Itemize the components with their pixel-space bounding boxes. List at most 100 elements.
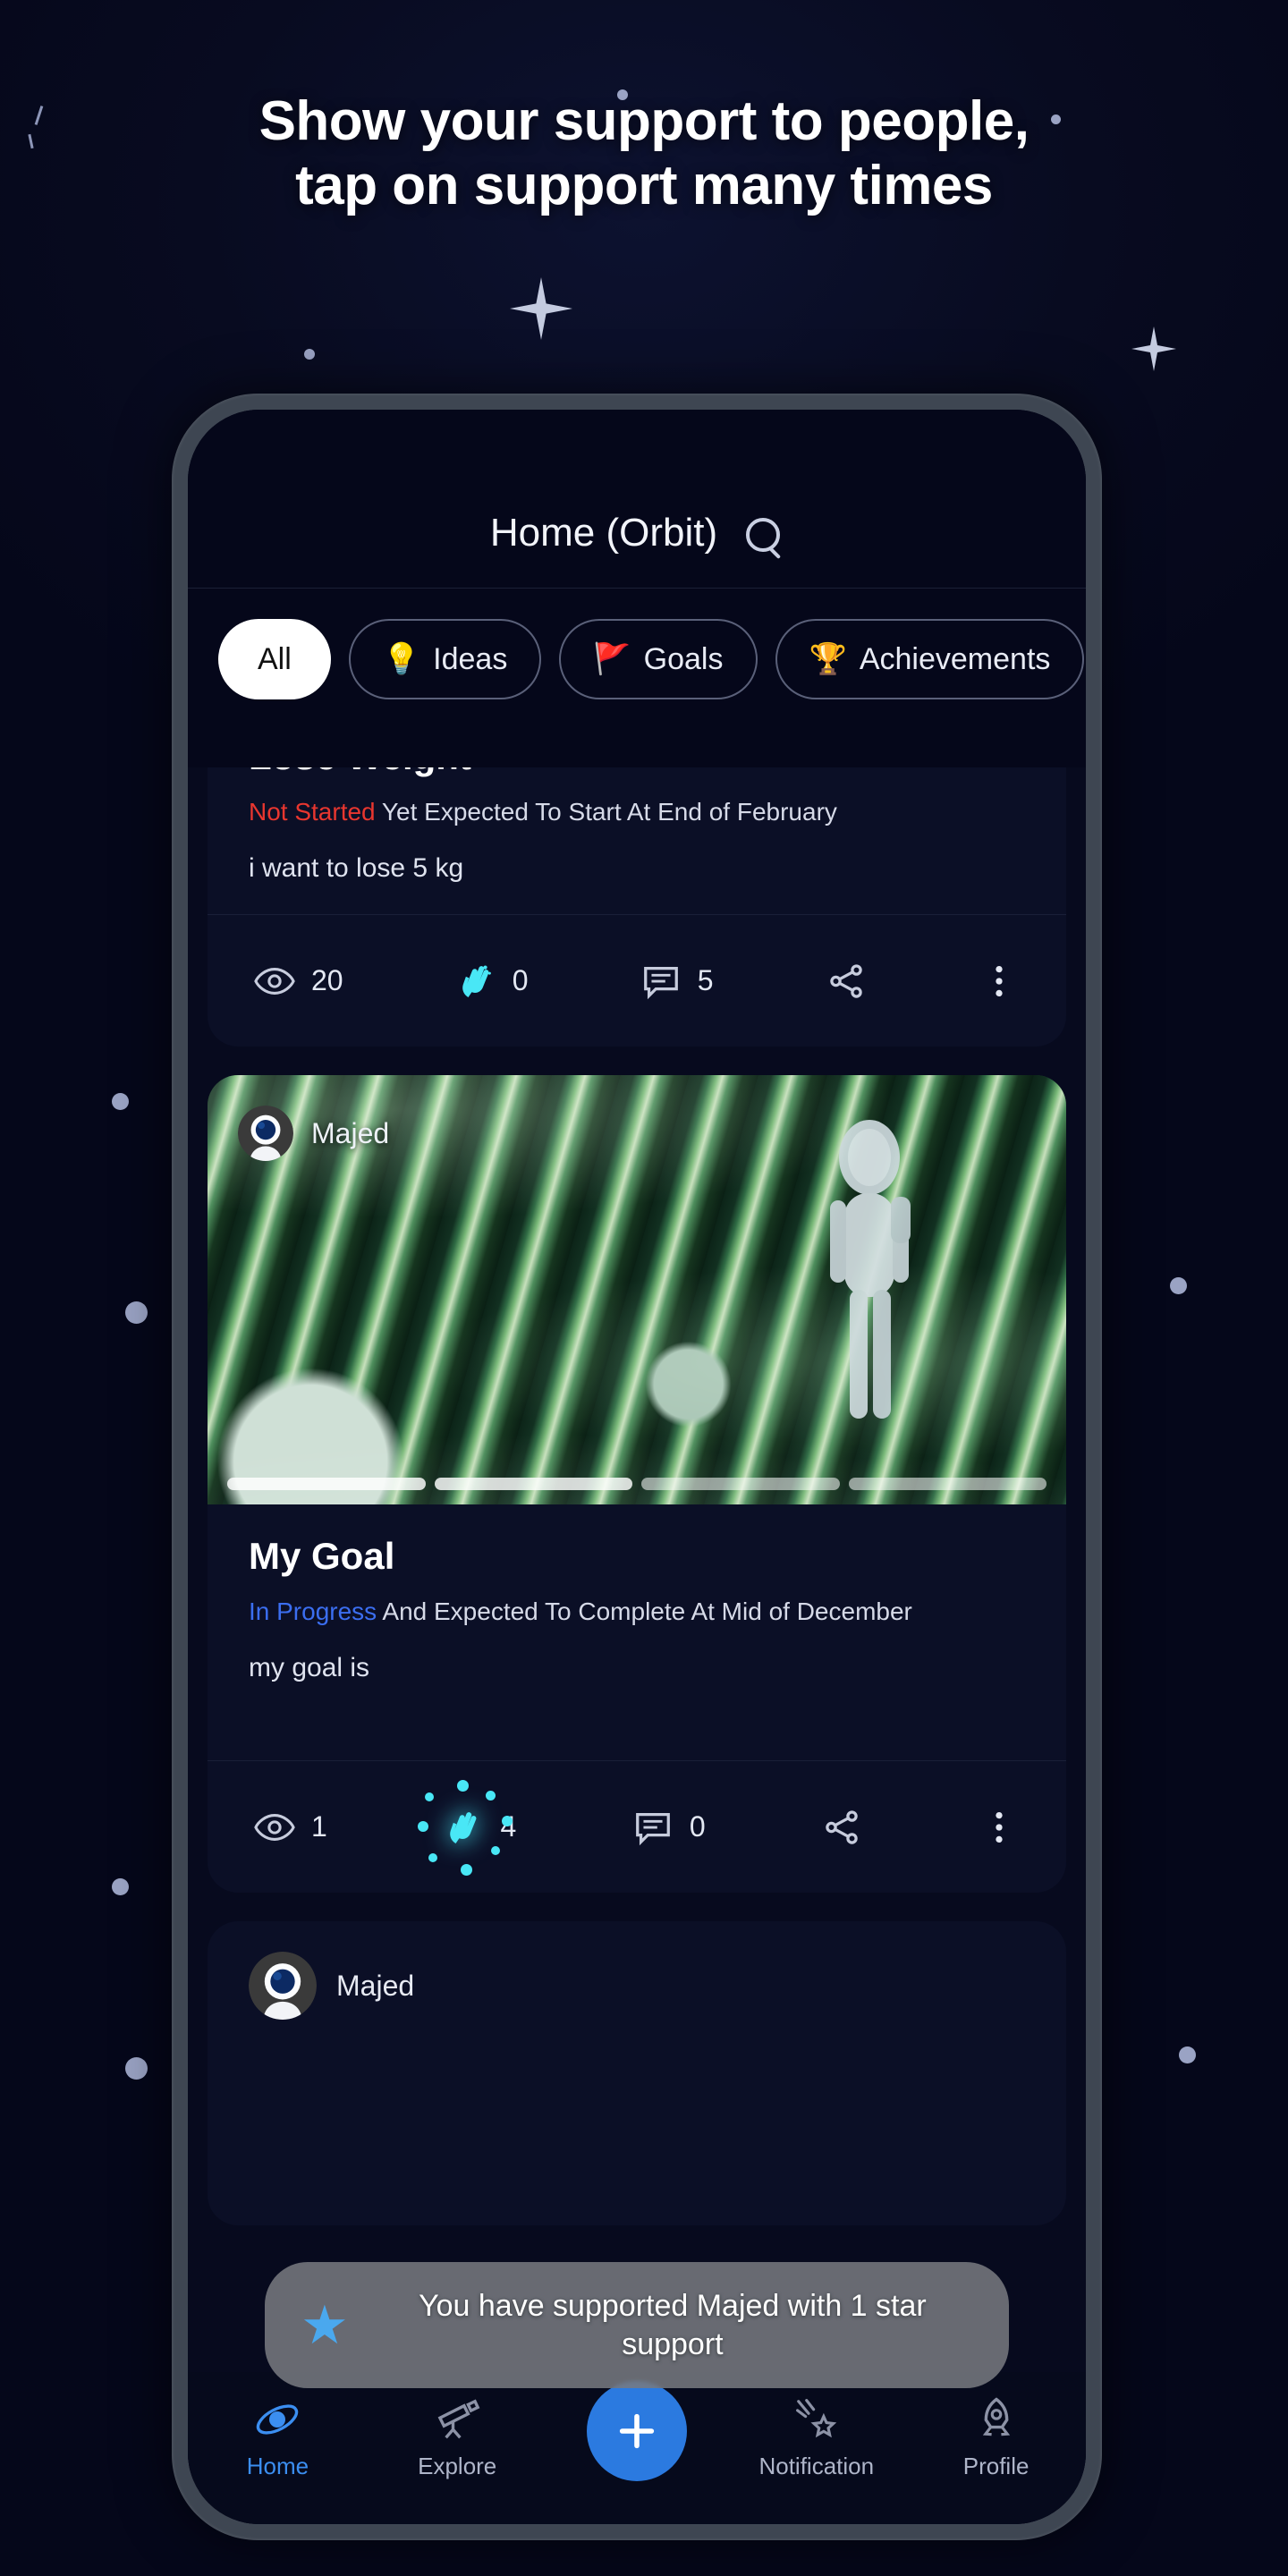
views-action[interactable]: 20 bbox=[254, 961, 343, 1002]
author-name: Majed bbox=[336, 1969, 415, 2002]
card-title: My Goal bbox=[249, 1535, 395, 1577]
card-status: In Progress And Expected To Complete At … bbox=[249, 1597, 1025, 1626]
card-body: Lose Weight Not Started Yet Expected To … bbox=[208, 767, 1066, 914]
clap-count: 0 bbox=[512, 964, 529, 996]
rocket-icon bbox=[982, 2397, 1010, 2436]
card-description: i want to lose 5 kg bbox=[249, 853, 464, 883]
feed-card-my-goal[interactable]: Majed My Goal In Progress And Expected T… bbox=[208, 1075, 1066, 1893]
shooting-star-icon bbox=[795, 2399, 837, 2438]
page-indicator-segment[interactable] bbox=[641, 1478, 840, 1490]
status-badge: Not Started bbox=[249, 798, 376, 826]
card-author[interactable]: Majed bbox=[238, 1106, 389, 1161]
status-detail: Yet Expected To Start At End of February bbox=[375, 798, 837, 826]
bottom-navigation: Home Explore Notification Profile bbox=[188, 2372, 1086, 2524]
comment-count: 0 bbox=[689, 1810, 706, 1843]
chip-ideas[interactable]: 💡 Ideas bbox=[348, 619, 542, 699]
card-action-bar: 1 4 0 bbox=[208, 1760, 1066, 1893]
chip-achievements-label: Achievements bbox=[859, 641, 1051, 676]
telescope-icon bbox=[437, 2399, 480, 2439]
card-author[interactable]: Majed bbox=[208, 1921, 1066, 2050]
star-dot bbox=[112, 1878, 129, 1895]
page-title: Show your support to people, tap on supp… bbox=[0, 89, 1288, 218]
home-orbit-icon bbox=[257, 2404, 299, 2435]
chip-goals[interactable]: 🚩 Goals bbox=[559, 619, 758, 699]
comment-icon bbox=[643, 966, 678, 999]
phone-screen-frame: Home (Orbit) All 💡 Ideas 🚩 Goals 🏆 Achie… bbox=[188, 410, 1086, 2524]
views-count: 20 bbox=[311, 964, 343, 996]
chip-all[interactable]: All bbox=[218, 619, 331, 699]
nav-label-home: Home bbox=[246, 2453, 309, 2479]
more-vertical-icon bbox=[996, 1811, 1003, 1843]
app-bar: Home (Orbit) bbox=[188, 410, 1086, 589]
star-dot bbox=[1179, 2046, 1196, 2063]
nav-item-profile[interactable]: Profile bbox=[906, 2395, 1086, 2480]
trophy-icon: 🏆 bbox=[809, 642, 847, 676]
comment-count: 5 bbox=[697, 964, 714, 996]
nav-item-home[interactable]: Home bbox=[188, 2395, 368, 2480]
comment-action[interactable]: 0 bbox=[632, 1807, 706, 1848]
nav-label-explore: Explore bbox=[418, 2453, 497, 2479]
star-dot bbox=[125, 1301, 148, 1324]
eye-icon bbox=[254, 967, 295, 995]
toast-message: You have supported Majed with 1 star sup… bbox=[419, 2289, 927, 2361]
clap-action[interactable]: 4 bbox=[418, 1779, 517, 1876]
more-vertical-icon bbox=[996, 965, 1003, 996]
nav-item-notification[interactable]: Notification bbox=[726, 2395, 906, 2480]
card-hero-image[interactable]: Majed bbox=[208, 1075, 1066, 1504]
comment-action[interactable]: 5 bbox=[640, 961, 714, 1002]
sparkle-icon bbox=[510, 277, 572, 340]
views-count: 1 bbox=[311, 1810, 327, 1843]
app-screen: Home (Orbit) All 💡 Ideas 🚩 Goals 🏆 Achie… bbox=[188, 410, 1086, 2524]
search-icon[interactable] bbox=[744, 516, 784, 555]
filter-chip-row: All 💡 Ideas 🚩 Goals 🏆 Achievements bbox=[188, 589, 1086, 730]
star-dot bbox=[304, 349, 315, 360]
feed-list[interactable]: Lose Weight Not Started Yet Expected To … bbox=[188, 767, 1086, 2524]
lightbulb-icon: 💡 bbox=[382, 642, 421, 676]
clap-action[interactable]: 0 bbox=[455, 961, 529, 1002]
chip-achievements[interactable]: 🏆 Achievements bbox=[775, 619, 1085, 699]
nav-item-explore[interactable]: Explore bbox=[368, 2395, 547, 2480]
create-post-fab[interactable] bbox=[586, 2381, 687, 2481]
card-body: My Goal In Progress And Expected To Comp… bbox=[208, 1504, 1066, 1760]
card-status: Not Started Yet Expected To Start At End… bbox=[249, 798, 1025, 826]
share-icon bbox=[826, 1809, 859, 1844]
share-icon bbox=[830, 963, 862, 998]
support-toast: ★ You have supported Majed with 1 star s… bbox=[265, 2262, 1009, 2388]
author-name: Majed bbox=[311, 1116, 390, 1149]
eye-icon bbox=[254, 1813, 295, 1841]
page-indicator-segment[interactable] bbox=[434, 1478, 632, 1490]
nav-label-profile: Profile bbox=[962, 2453, 1030, 2479]
card-description: my goal is bbox=[249, 1653, 370, 1682]
star-dot bbox=[125, 2057, 148, 2080]
views-action[interactable]: 1 bbox=[254, 1807, 327, 1848]
feed-card-next[interactable]: Majed bbox=[208, 1921, 1066, 2225]
clap-icon bbox=[450, 1811, 477, 1843]
astronaut-illustration bbox=[830, 1120, 911, 1419]
more-options-action[interactable] bbox=[979, 1807, 1020, 1848]
phone-mockup: Home (Orbit) All 💡 Ideas 🚩 Goals 🏆 Achie… bbox=[172, 394, 1102, 2540]
feed-card-lose-weight[interactable]: Lose Weight Not Started Yet Expected To … bbox=[208, 767, 1066, 1046]
page-indicator-segment[interactable] bbox=[848, 1478, 1046, 1490]
app-bar-title: Home (Orbit) bbox=[489, 511, 718, 555]
add-satellite-icon bbox=[619, 2413, 655, 2449]
media-page-indicator[interactable] bbox=[227, 1478, 1046, 1490]
card-title: Lose Weight bbox=[249, 767, 1025, 778]
star-dot bbox=[112, 1093, 129, 1110]
share-action[interactable] bbox=[821, 1807, 862, 1848]
nav-label-notification: Notification bbox=[758, 2453, 875, 2479]
clap-count: 4 bbox=[500, 1810, 517, 1843]
card-action-bar: 20 0 5 bbox=[208, 914, 1066, 1046]
more-options-action[interactable] bbox=[979, 961, 1020, 1002]
sparkle-icon bbox=[1131, 326, 1176, 371]
chip-ideas-label: Ideas bbox=[433, 641, 508, 676]
chip-goals-label: Goals bbox=[643, 641, 724, 676]
headline-line-1: Show your support to people, bbox=[258, 90, 1030, 152]
headline-line-2: tap on support many times bbox=[295, 154, 993, 216]
share-action[interactable] bbox=[826, 961, 867, 1002]
clap-icon bbox=[462, 965, 491, 997]
chip-all-label: All bbox=[258, 641, 292, 676]
star-icon: ★ bbox=[301, 2294, 349, 2355]
flag-icon: 🚩 bbox=[593, 642, 631, 676]
page-indicator-segment[interactable] bbox=[227, 1478, 426, 1490]
astronaut-avatar bbox=[238, 1106, 293, 1161]
